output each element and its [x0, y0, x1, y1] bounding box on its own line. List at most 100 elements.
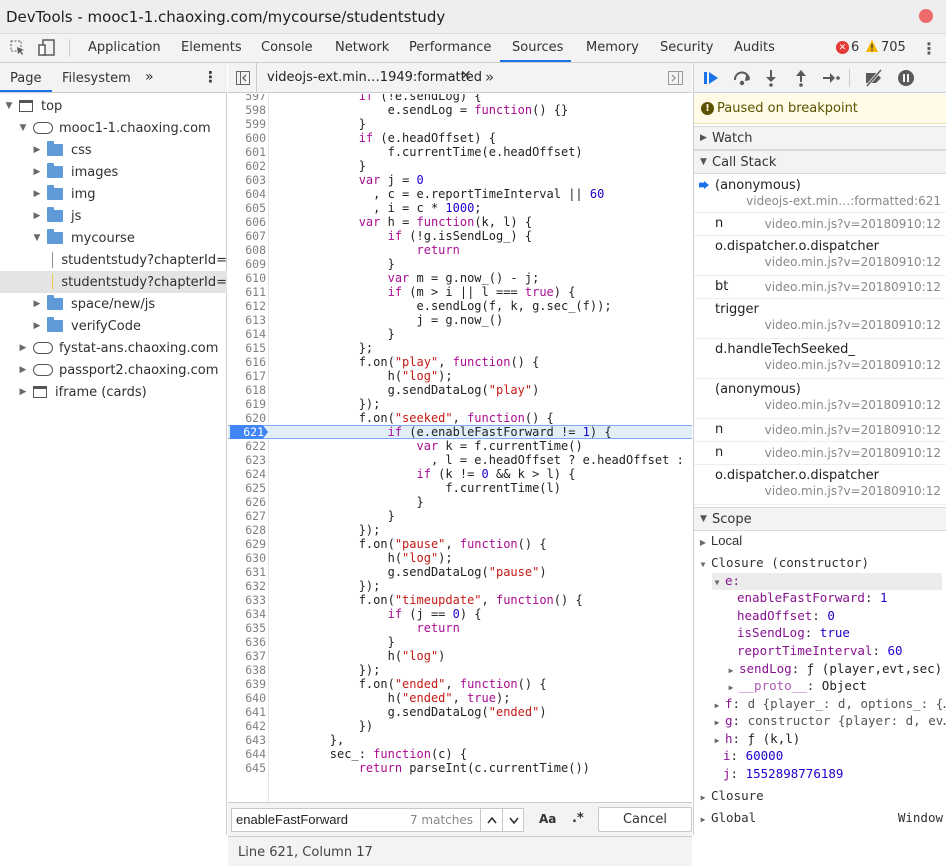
scope-closure-constructor[interactable]: ▼ Closure (constructor)	[698, 555, 946, 572]
call-frame[interactable]: o.dispatcher.o.dispatcher video.min.js?v=…	[694, 236, 946, 276]
line-number[interactable]: 643	[228, 733, 266, 747]
call-frame[interactable]: d.handleTechSeeked_ video.min.js?v=201809…	[694, 339, 946, 379]
code-line[interactable]: h("log");	[272, 551, 453, 565]
line-number[interactable]: 645	[228, 761, 266, 775]
call-frame-location[interactable]: video.min.js?v=20180910:12	[765, 358, 941, 372]
line-number[interactable]: 641	[228, 705, 266, 719]
collapsed-arrow-icon[interactable]: ▶	[18, 343, 28, 353]
expanded-arrow-icon[interactable]: ▼	[18, 123, 28, 133]
deactivate-breakpoints-icon[interactable]	[864, 69, 884, 87]
line-number[interactable]: 625	[228, 481, 266, 495]
search-input[interactable]	[236, 812, 406, 827]
line-number[interactable]: 605	[228, 201, 266, 215]
line-number[interactable]: 628	[228, 523, 266, 537]
line-number[interactable]: 642	[228, 719, 266, 733]
inspect-element-icon[interactable]	[10, 40, 26, 56]
scope-prop[interactable]: isSendLog: true	[737, 625, 946, 642]
collapsed-arrow-icon[interactable]: ▶	[18, 387, 28, 397]
code-line[interactable]: if (!g.isSendLog_) {	[272, 229, 533, 243]
code-line[interactable]: , l = e.headOffset ? e.headOffset :	[272, 453, 684, 467]
tree-item[interactable]: ▶ fystat-ans.chaoxing.com	[0, 337, 227, 359]
collapsed-arrow-icon[interactable]: ▶	[32, 145, 42, 155]
tree-item[interactable]: ▶ images	[0, 161, 227, 183]
tree-item[interactable]: ▼ mooc1-1.chaoxing.com	[0, 117, 227, 139]
line-number[interactable]: 597	[228, 94, 266, 103]
device-toolbar-icon[interactable]	[38, 39, 56, 57]
code-line[interactable]: }	[272, 495, 423, 509]
line-number[interactable]: 616	[228, 355, 266, 369]
watch-section-header[interactable]: ▶ Watch	[694, 126, 946, 150]
code-line[interactable]: var k = f.currentTime()	[272, 439, 583, 453]
close-window-button[interactable]	[919, 9, 933, 23]
step-into-icon[interactable]	[764, 69, 778, 87]
call-frame-location[interactable]: video.min.js?v=20180910:12	[765, 484, 941, 498]
code-line[interactable]: var m = g.now_() - j;	[272, 271, 540, 285]
code-line[interactable]: }	[272, 257, 395, 271]
line-number[interactable]: 606	[228, 215, 266, 229]
line-number[interactable]: 613	[228, 313, 266, 327]
tab-memory[interactable]: Memory	[586, 40, 639, 55]
code-line[interactable]: return	[272, 243, 460, 257]
tree-item[interactable]: ▶ js	[0, 205, 227, 227]
code-line[interactable]: });	[272, 397, 381, 411]
code-line[interactable]: h("ended", true);	[272, 691, 511, 705]
scope-closure[interactable]: ▶ Closure	[698, 788, 946, 805]
code-line[interactable]: }	[272, 327, 395, 341]
tree-item[interactable]: studentstudy?chapterId=	[0, 271, 227, 293]
line-number[interactable]: 603	[228, 173, 266, 187]
code-line[interactable]: g.sendDataLog("play")	[272, 383, 540, 397]
tree-item[interactable]: ▶ verifyCode	[0, 315, 227, 337]
scope-prop-sendlog[interactable]: ▶ sendLog: ƒ (player,evt,sec)	[726, 661, 946, 678]
line-number[interactable]: 612	[228, 299, 266, 313]
collapsed-arrow-icon[interactable]: ▶	[32, 299, 42, 309]
code-view[interactable]: 597 if (!e.sendLog) {598 e.sendLog = fun…	[228, 94, 692, 834]
next-match-icon[interactable]	[502, 809, 524, 831]
line-number[interactable]: 599	[228, 117, 266, 131]
line-number[interactable]: 634	[228, 607, 266, 621]
scope-prop[interactable]: reportTimeInterval: 60	[737, 643, 946, 660]
line-number[interactable]: 614	[228, 327, 266, 341]
line-number[interactable]: 623	[228, 453, 266, 467]
code-line[interactable]: h("log");	[272, 369, 453, 383]
warning-count[interactable]: 705	[881, 40, 906, 55]
scope-var-g[interactable]: ▶ g: constructor {player: d, ev…	[712, 713, 946, 730]
line-number[interactable]: 627	[228, 509, 266, 523]
code-line[interactable]: e.sendLog = function() {}	[272, 103, 569, 117]
code-line[interactable]: f.on("timeupdate", function() {	[272, 593, 583, 607]
code-line[interactable]: }	[272, 159, 366, 173]
call-frame[interactable]: n video.min.js?v=20180910:12	[694, 213, 946, 236]
line-number[interactable]: 600	[228, 131, 266, 145]
code-line[interactable]: , i = c * 1000;	[272, 201, 481, 215]
line-number[interactable]: 638	[228, 663, 266, 677]
tab-sources[interactable]: Sources	[512, 40, 563, 55]
error-count[interactable]: 6	[851, 40, 859, 55]
call-frame-location[interactable]: video.min.js?v=20180910:12	[765, 217, 941, 231]
editor-file-tab[interactable]: videojs-ext.min…1949:formatted	[267, 70, 482, 85]
scope-prop[interactable]: headOffset: 0	[737, 608, 946, 625]
code-line[interactable]: h("log")	[272, 649, 446, 663]
close-tab-icon[interactable]: ✕	[460, 68, 472, 84]
call-frame[interactable]: o.dispatcher.o.dispatcher video.min.js?v=…	[694, 465, 946, 505]
step-over-icon[interactable]	[732, 69, 752, 87]
tab-filesystem[interactable]: Filesystem	[62, 71, 131, 86]
code-line[interactable]: });	[272, 579, 381, 593]
code-line[interactable]: var h = function(k, l) {	[272, 215, 532, 229]
line-number[interactable]: 622	[228, 439, 266, 453]
code-line[interactable]: f.currentTime(l)	[272, 481, 561, 495]
tree-item[interactable]: ▶ passport2.chaoxing.com	[0, 359, 227, 381]
regex-toggle[interactable]: .*	[572, 811, 584, 826]
code-line[interactable]: };	[272, 341, 373, 355]
collapsed-arrow-icon[interactable]: ▶	[32, 211, 42, 221]
expanded-arrow-icon[interactable]: ▼	[4, 101, 14, 111]
call-frame-location[interactable]: video.min.js?v=20180910:12	[765, 398, 941, 412]
call-frame-location[interactable]: video.min.js?v=20180910:12	[765, 423, 941, 437]
line-number[interactable]: 626	[228, 495, 266, 509]
line-number[interactable]: 630	[228, 551, 266, 565]
code-line[interactable]: g.sendDataLog("pause")	[272, 565, 547, 579]
code-line[interactable]: f.on("play", function() {	[272, 355, 540, 369]
line-number[interactable]: 611	[228, 285, 266, 299]
code-line[interactable]: f.on("seeked", function() {	[272, 411, 554, 425]
tree-item[interactable]: ▼ top	[0, 95, 227, 117]
line-number[interactable]: 636	[228, 635, 266, 649]
line-number[interactable]: 640	[228, 691, 266, 705]
